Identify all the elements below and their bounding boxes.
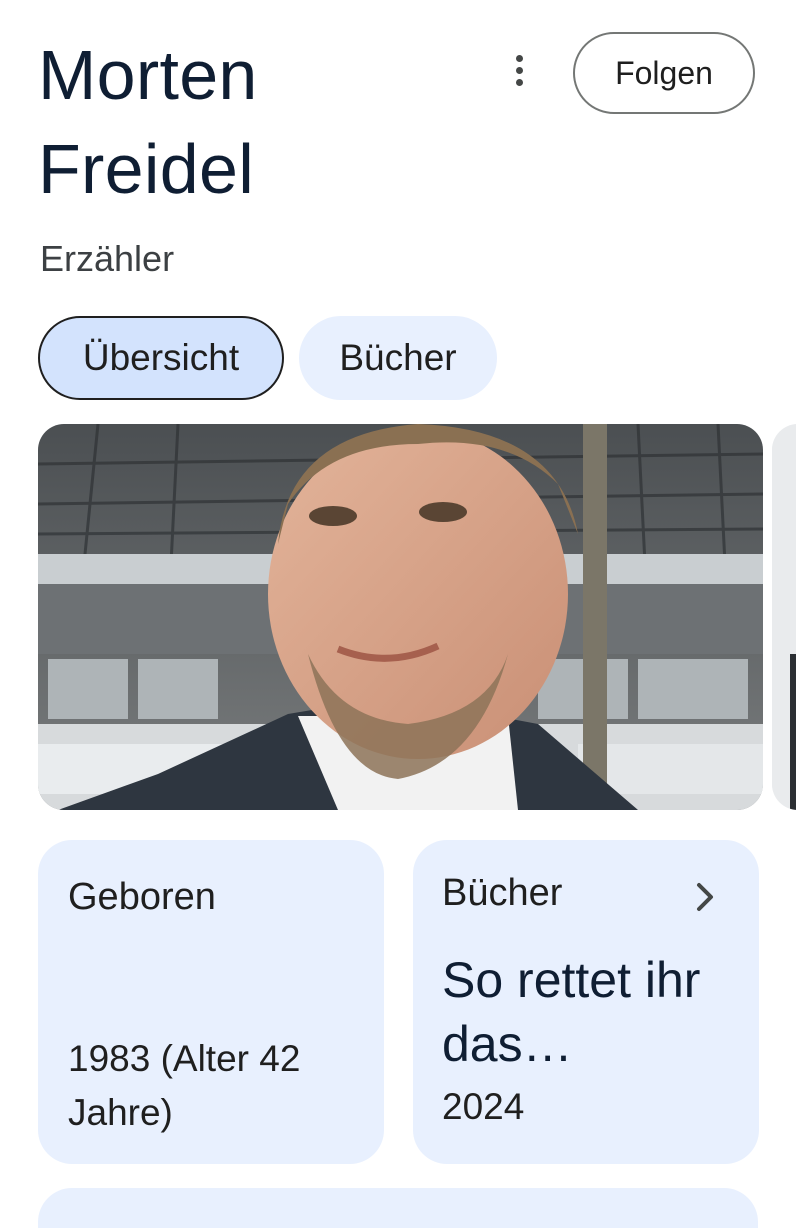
page-title: Morten Freidel (38, 36, 258, 208)
more-vert-icon (515, 54, 523, 62)
next-card (38, 1188, 758, 1228)
secondary-photo[interactable] (772, 424, 796, 810)
more-vert-icon-dot (515, 78, 523, 86)
born-label: Geboren (68, 876, 216, 918)
books-label: Bücher (442, 872, 563, 914)
tab-books[interactable]: Bücher (299, 316, 497, 400)
books-card[interactable]: Bücher So rettet ihr das… 2024 (413, 840, 759, 1164)
follow-button[interactable]: Folgen (573, 32, 755, 114)
born-card: Geboren 1983 (Alter 42 Jahre) (38, 840, 384, 1164)
more-options-button[interactable] (500, 48, 538, 92)
born-value: 1983 (Alter 42 Jahre) (68, 1038, 301, 1133)
tab-overview[interactable]: Übersicht (38, 316, 284, 400)
book-title[interactable]: So rettet ihr das… (442, 948, 742, 1076)
book-year: 2024 (442, 1086, 525, 1127)
more-vert-icon-dot (515, 66, 523, 74)
chevron-right-icon (697, 883, 713, 911)
entity-subtitle: Erzähler (40, 238, 175, 279)
portrait-photo[interactable] (38, 424, 763, 810)
